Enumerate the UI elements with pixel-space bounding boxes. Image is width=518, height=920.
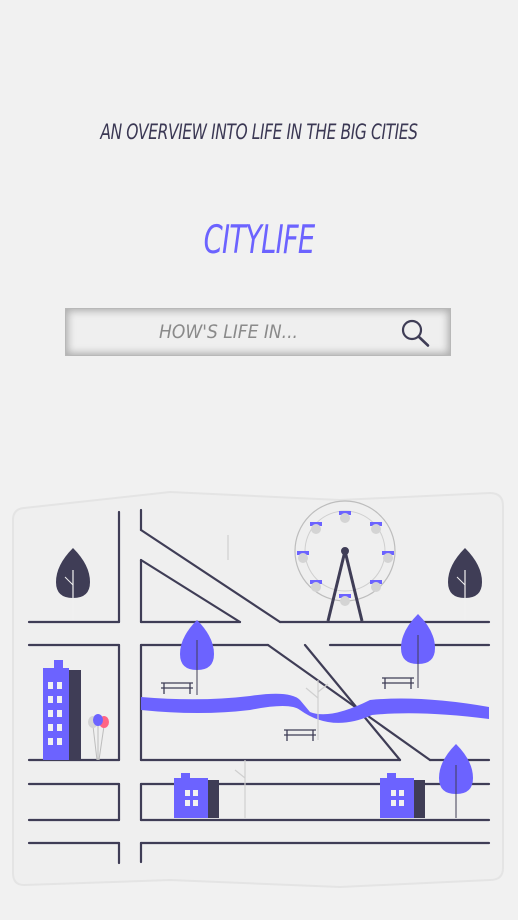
search-bar <box>65 308 451 356</box>
tall-building <box>43 660 81 760</box>
tagline: AN OVERVIEW INTO LIFE IN THE BIG CITIES <box>100 120 418 144</box>
search-input[interactable] <box>106 309 351 355</box>
search-icon <box>401 319 430 347</box>
city-map-illustration <box>12 490 504 889</box>
landing-page: AN OVERVIEW INTO LIFE IN THE BIG CITIES … <box>0 0 518 920</box>
search-button[interactable] <box>400 318 432 348</box>
map-paper <box>12 490 504 889</box>
brand-title: CITYLIFE <box>203 218 315 263</box>
